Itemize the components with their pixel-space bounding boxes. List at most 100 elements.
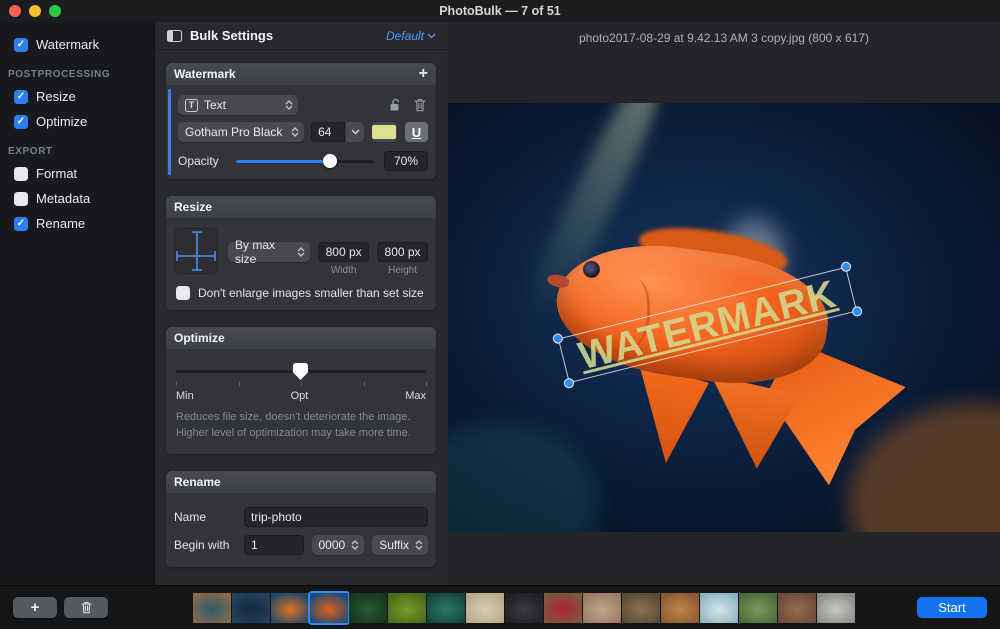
stepper-icon <box>351 540 359 550</box>
footer-bar: + Start <box>0 585 1000 629</box>
opacity-value[interactable]: 70% <box>384 151 428 171</box>
resize-mode-dropdown[interactable]: By max size <box>228 242 310 262</box>
sidebar-item-label: Resize <box>36 89 76 104</box>
watermark-color-well[interactable] <box>372 122 397 142</box>
width-caption: Width <box>318 265 369 276</box>
panel-title: Bulk Settings <box>190 28 386 43</box>
color-swatch <box>372 125 396 139</box>
thumbnail[interactable] <box>583 593 621 623</box>
thumbnail[interactable] <box>310 593 348 623</box>
thumbnail[interactable] <box>778 593 816 623</box>
trash-icon[interactable] <box>414 98 426 112</box>
dont-enlarge-option[interactable]: Don't enlarge images smaller than set si… <box>176 286 428 300</box>
underline-toggle-button[interactable]: U <box>405 122 428 142</box>
font-size-input[interactable]: 64 <box>311 122 345 142</box>
optimize-slider[interactable] <box>176 363 426 379</box>
thumbnail[interactable] <box>232 593 270 623</box>
thumbnail[interactable] <box>544 593 582 623</box>
thumbnail[interactable] <box>427 593 465 623</box>
title-bar: PhotoBulk — 7 of 51 <box>0 0 1000 22</box>
format-checkbox[interactable] <box>14 167 28 181</box>
lock-open-icon[interactable] <box>389 98 402 112</box>
sidebar: ✓ Watermark POSTPROCESSING ✓ Resize ✓ Op… <box>0 22 155 585</box>
background-glow <box>448 423 598 532</box>
add-images-button[interactable]: + <box>13 597 57 618</box>
begin-with-input[interactable] <box>244 535 304 555</box>
optimize-opt-label: Opt <box>291 390 309 402</box>
delete-images-button[interactable] <box>64 597 108 618</box>
digits-dropdown[interactable]: 0000 <box>312 535 365 555</box>
sidebar-item-watermark[interactable]: ✓ Watermark <box>0 32 154 57</box>
suffix-dropdown[interactable]: Suffix <box>372 535 428 555</box>
background-rocks <box>848 403 1000 532</box>
resize-dimensions-icon <box>174 228 218 274</box>
thumbnail[interactable] <box>661 593 699 623</box>
resize-width-input[interactable]: 800 px <box>318 242 369 262</box>
opacity-label: Opacity <box>178 154 236 168</box>
bulk-settings-panel: Bulk Settings Default Watermark + <box>155 22 448 585</box>
stepper-icon <box>297 247 305 257</box>
sidebar-item-format[interactable]: Format <box>0 161 154 186</box>
resize-handle[interactable] <box>851 305 863 317</box>
sidebar-item-label: Metadata <box>36 191 90 206</box>
thumbnail[interactable] <box>154 593 192 623</box>
sidebar-item-label: Watermark <box>36 37 99 52</box>
rename-card: Rename Name Begin with 0000 <box>166 471 436 567</box>
optimize-card: Optimize Min Opt Max <box>166 327 436 454</box>
selected-layer-accent <box>168 89 171 175</box>
height-caption: Height <box>377 265 428 276</box>
sidebar-section-postprocessing: POSTPROCESSING <box>0 57 154 84</box>
watermark-card-header: Watermark + <box>166 63 436 85</box>
stepper-icon <box>415 540 423 550</box>
resize-handle[interactable] <box>552 333 564 345</box>
optimize-checkbox[interactable]: ✓ <box>14 115 28 129</box>
thumbnail[interactable] <box>622 593 660 623</box>
opacity-slider-knob[interactable] <box>323 154 337 168</box>
rename-name-input[interactable] <box>244 507 428 527</box>
thumbnail[interactable] <box>700 593 738 623</box>
rename-card-header: Rename <box>166 471 436 493</box>
preset-dropdown[interactable]: Default <box>386 29 436 43</box>
sidebar-item-label: Optimize <box>36 114 87 129</box>
thumbnail[interactable] <box>193 593 231 623</box>
thumbnail[interactable] <box>739 593 777 623</box>
sidebar-toggle-icon <box>167 30 182 42</box>
add-watermark-button[interactable]: + <box>419 66 428 82</box>
sidebar-item-metadata[interactable]: Metadata <box>0 186 154 211</box>
font-size-dropdown-button[interactable] <box>346 122 364 142</box>
sidebar-item-label: Format <box>36 166 77 181</box>
resize-height-input[interactable]: 800 px <box>377 242 428 262</box>
metadata-checkbox[interactable] <box>14 192 28 206</box>
current-filename: photo2017-08-29 at 9.42.13 AM 3 copy.jpg… <box>448 22 1000 45</box>
optimize-slider-knob[interactable] <box>293 363 308 380</box>
thumbnail[interactable] <box>817 593 855 623</box>
font-dropdown[interactable]: Gotham Pro Black <box>178 122 304 142</box>
chevron-down-icon <box>351 129 360 135</box>
watermark-type-dropdown[interactable]: T Text <box>178 95 298 115</box>
opacity-slider[interactable] <box>236 154 374 168</box>
watermark-checkbox[interactable]: ✓ <box>14 38 28 52</box>
preview-panel: photo2017-08-29 at 9.42.13 AM 3 copy.jpg… <box>448 22 1000 585</box>
dont-enlarge-checkbox[interactable] <box>176 286 190 300</box>
thumbnail[interactable] <box>505 593 543 623</box>
thumbnail[interactable] <box>271 593 309 623</box>
sidebar-section-export: EXPORT <box>0 134 154 161</box>
sidebar-item-optimize[interactable]: ✓ Optimize <box>0 109 154 134</box>
sidebar-item-resize[interactable]: ✓ Resize <box>0 84 154 109</box>
thumbnail[interactable] <box>388 593 426 623</box>
fish-eye <box>583 261 600 278</box>
thumbnail[interactable] <box>466 593 504 623</box>
resize-handle[interactable] <box>840 261 852 273</box>
bulk-settings-header: Bulk Settings Default <box>155 22 448 50</box>
chevron-down-icon <box>427 33 436 39</box>
resize-handle[interactable] <box>563 377 575 389</box>
sidebar-item-label: Rename <box>36 216 85 231</box>
rename-checkbox[interactable]: ✓ <box>14 217 28 231</box>
start-button[interactable]: Start <box>917 597 987 618</box>
sidebar-item-rename[interactable]: ✓ Rename <box>0 211 154 236</box>
thumbnail[interactable] <box>349 593 387 623</box>
opacity-slider-fill <box>236 160 330 163</box>
resize-checkbox[interactable]: ✓ <box>14 90 28 104</box>
stepper-icon <box>285 100 293 110</box>
thumbnail-strip <box>154 593 855 623</box>
